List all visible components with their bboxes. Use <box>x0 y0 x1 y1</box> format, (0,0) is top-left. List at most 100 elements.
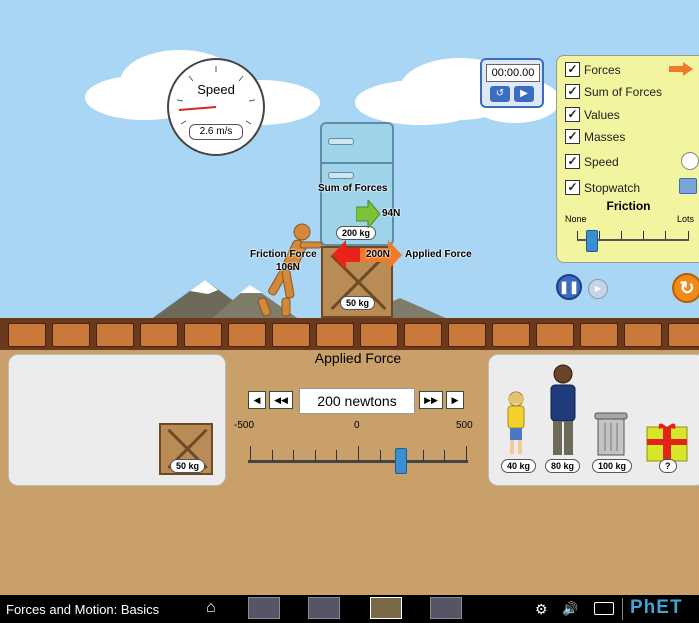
applied-force-slider-track[interactable] <box>248 460 468 463</box>
masses-checkbox-label: Masses <box>584 129 626 144</box>
step-button[interactable]: ▶ <box>588 279 608 299</box>
forces-checkbox[interactable]: ✓ Forces <box>565 62 621 77</box>
home-button[interactable]: ⌂ <box>206 599 216 617</box>
checkbox-checked-icon[interactable]: ✓ <box>565 107 580 122</box>
brick <box>668 323 699 347</box>
man-figure-icon[interactable] <box>547 363 579 459</box>
brick <box>360 323 398 347</box>
values-checkbox[interactable]: ✓ Values <box>565 107 620 122</box>
brick <box>316 323 354 347</box>
slider-min-label: -500 <box>234 420 255 431</box>
brick <box>624 323 662 347</box>
girl-figure-icon[interactable] <box>503 389 529 457</box>
girl-mass-label: 40 kg <box>501 459 537 473</box>
slider-tick <box>293 450 294 460</box>
sum-of-forces-label: Sum of Forces <box>318 183 388 194</box>
screen-tab-net-force[interactable] <box>248 597 280 619</box>
brick <box>536 323 574 347</box>
friction-title: Friction <box>606 199 651 213</box>
friction-force-value: 106N <box>276 262 300 273</box>
reset-all-icon: ↻ <box>679 278 695 298</box>
slider-tick <box>444 450 445 460</box>
slider-tick <box>250 446 251 460</box>
sum-arrow-icon <box>356 200 380 228</box>
friction-force-label: Friction Force <box>250 249 317 260</box>
slider-tick <box>315 450 316 460</box>
applied-force-title: Applied Force <box>314 350 402 366</box>
navigation-bar: Forces and Motion: Basics ⌂ ⚙ 🔊 PhET <box>0 595 699 623</box>
fridge-handle <box>328 138 354 145</box>
play-icon: ▶ <box>520 88 528 99</box>
stopwatch[interactable]: 00:00.00 ↺ ▶ <box>480 58 544 108</box>
step-icon: ▶ <box>594 284 602 293</box>
applied-force-label: Applied Force <box>405 249 472 260</box>
sum-of-forces-checkbox[interactable]: ✓ Sum of Forces <box>565 84 662 99</box>
checkbox-checked-icon[interactable]: ✓ <box>565 154 580 169</box>
brick <box>580 323 618 347</box>
double-triangle-right-icon: ▶▶ <box>424 395 438 405</box>
sim-screen: Speed 2.6 m/s 00:00.00 ↺ ▶ 200 kg 50 kg <box>0 0 699 623</box>
slider-tick <box>336 450 337 460</box>
checkbox-checked-icon[interactable]: ✓ <box>565 84 580 99</box>
decrement-large-button[interactable]: ◀◀ <box>269 391 293 409</box>
applied-force-value: 200N <box>366 249 390 260</box>
values-checkbox-label: Values <box>584 107 620 122</box>
home-icon: ⌂ <box>206 599 216 616</box>
control-panel: ✓ Forces ✓ Sum of Forces ✓ Values ✓ Mass… <box>556 55 699 263</box>
stopwatch-checkbox[interactable]: ✓ Stopwatch <box>565 180 640 195</box>
sound-icon[interactable]: 🔊 <box>562 601 578 617</box>
stopwatch-reset-button[interactable]: ↺ <box>490 86 510 102</box>
double-triangle-left-icon: ◀◀ <box>274 395 288 405</box>
forces-arrow-icon <box>669 62 693 76</box>
screen-tab-motion[interactable] <box>308 597 340 619</box>
brick <box>404 323 442 347</box>
stopwatch-checkbox-label: Stopwatch <box>584 180 641 195</box>
brick <box>492 323 530 347</box>
checkbox-checked-icon[interactable]: ✓ <box>565 62 580 77</box>
brick <box>96 323 134 347</box>
stopwatch-play-button[interactable]: ▶ <box>514 86 534 102</box>
brick <box>228 323 266 347</box>
pause-icon: ❚❚ <box>558 280 580 294</box>
slider-tick <box>423 450 424 460</box>
friction-slider-thumb[interactable] <box>586 230 598 252</box>
phet-logo[interactable]: PhET <box>630 597 683 619</box>
right-item-toolbox: 40 kg 80 kg 100 kg ? <box>488 354 699 486</box>
checkbox-checked-icon[interactable]: ✓ <box>565 129 580 144</box>
settings-gear-icon[interactable]: ⚙ <box>535 601 548 618</box>
friction-min-label: None <box>565 214 587 224</box>
mystery-gift-icon[interactable] <box>645 423 689 463</box>
checkbox-checked-icon[interactable]: ✓ <box>565 180 580 195</box>
increment-small-button[interactable]: ▶ <box>446 391 464 409</box>
pause-button[interactable]: ❚❚ <box>556 274 582 300</box>
slider-zero-label: 0 <box>354 420 360 431</box>
slider-tick <box>358 446 359 460</box>
brick <box>184 323 222 347</box>
applied-force-slider-thumb[interactable] <box>395 448 407 474</box>
mass-label-bottom: 50 kg <box>340 296 376 310</box>
stopwatch-time: 00:00.00 <box>486 64 540 82</box>
crate-mass-label: 50 kg <box>170 459 206 473</box>
trash-can-icon[interactable] <box>593 411 629 457</box>
triangle-left-icon: ◀ <box>253 395 261 405</box>
sum-of-forces-checkbox-label: Sum of Forces <box>584 84 663 99</box>
screen-tab-friction[interactable] <box>370 597 402 619</box>
brick <box>8 323 46 347</box>
speed-checkbox[interactable]: ✓ Speed <box>565 154 619 169</box>
masses-checkbox[interactable]: ✓ Masses <box>565 129 625 144</box>
reset-icon: ↺ <box>495 88 505 99</box>
friction-max-label: Lots <box>677 214 695 224</box>
brick <box>52 323 90 347</box>
screen-tab-acceleration[interactable] <box>430 597 462 619</box>
decrement-small-button[interactable]: ◀ <box>248 391 266 409</box>
speedometer: Speed 2.6 m/s <box>167 58 265 156</box>
man-mass-label: 80 kg <box>545 459 581 473</box>
brick <box>140 323 178 347</box>
increment-large-button[interactable]: ▶▶ <box>419 391 443 409</box>
fridge-handle <box>328 172 354 179</box>
applied-force-readout: 200 newtons <box>299 388 415 414</box>
keyboard-icon[interactable] <box>594 602 614 615</box>
brick <box>448 323 486 347</box>
applied-force-slider-ticks <box>250 446 467 460</box>
reset-all-button[interactable]: ↻ <box>672 273 699 303</box>
